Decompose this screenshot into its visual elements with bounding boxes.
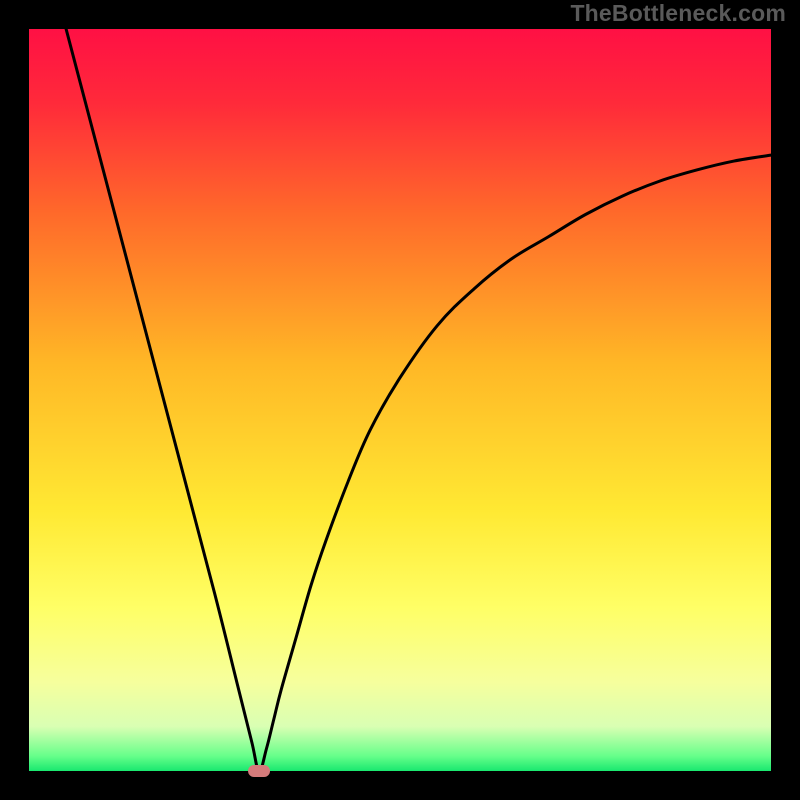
plot-background xyxy=(29,29,771,771)
bottleneck-chart xyxy=(0,0,800,800)
watermark-text: TheBottleneck.com xyxy=(570,0,786,27)
curve-minimum-marker xyxy=(248,765,270,777)
chart-stage: TheBottleneck.com xyxy=(0,0,800,800)
